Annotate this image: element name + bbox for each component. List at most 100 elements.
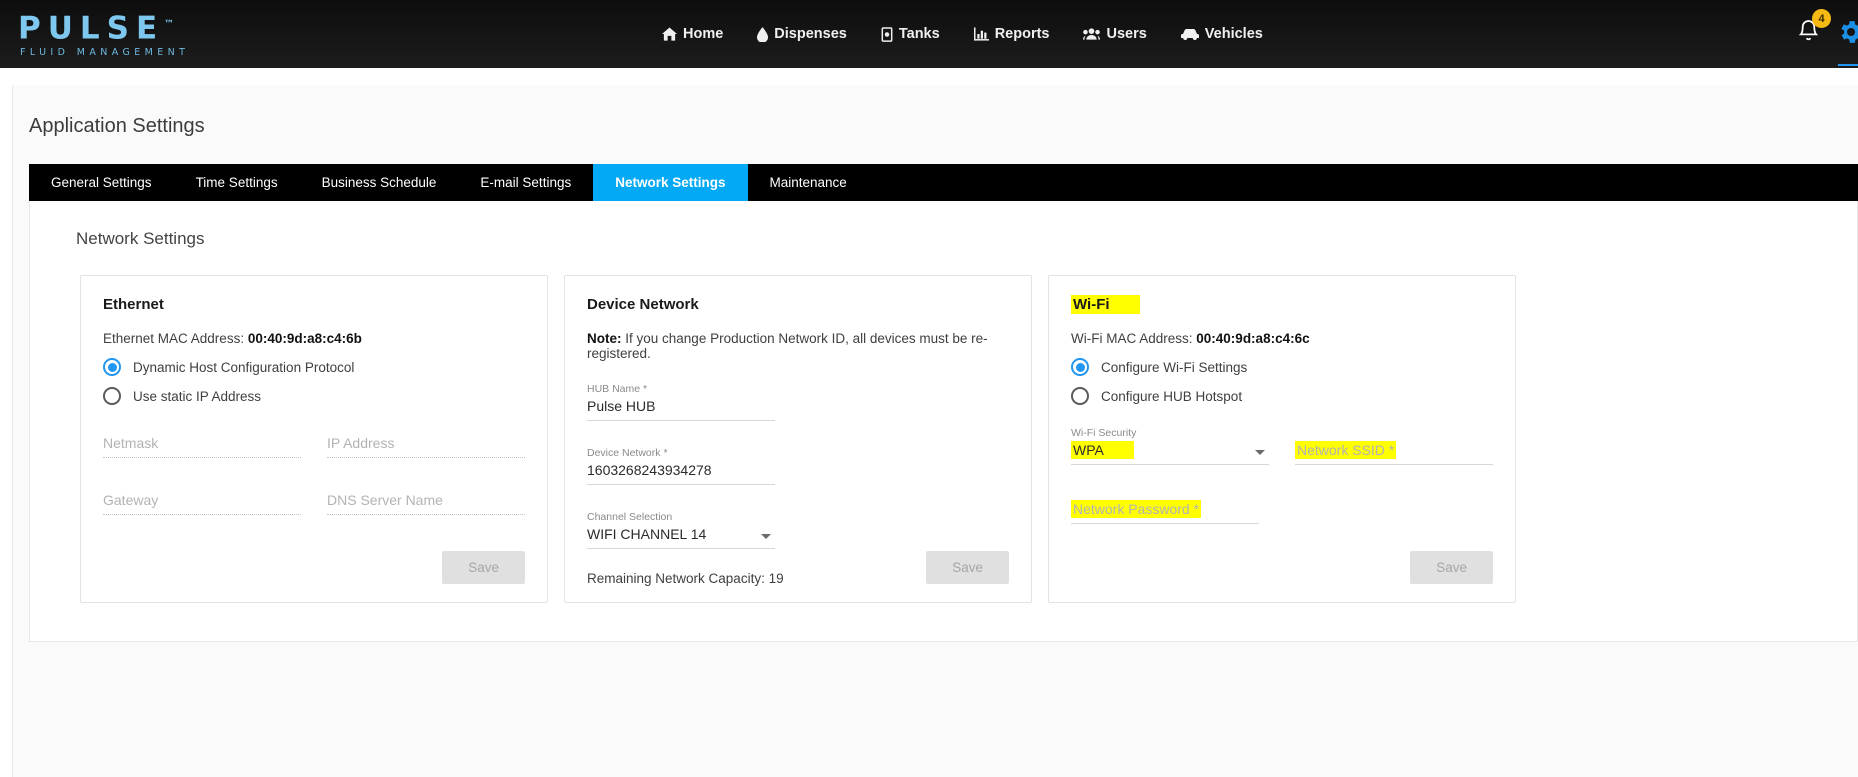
nav-item-dispenses[interactable]: Dispenses (755, 22, 849, 46)
tab-business-schedule[interactable]: Business Schedule (300, 164, 459, 201)
ip-address-placeholder: IP Address (327, 435, 525, 458)
settings-active-underline (1838, 64, 1858, 66)
tank-icon (881, 27, 893, 42)
notifications-button[interactable]: 4 (1797, 19, 1820, 49)
network-settings-card: Network Settings Ethernet Ethernet MAC A… (29, 201, 1858, 642)
channel-selection-label: Channel Selection (587, 511, 775, 523)
tab-network-settings[interactable]: Network Settings (593, 164, 747, 201)
radio-static-ip[interactable] (103, 387, 121, 405)
note-prefix: Note: (587, 331, 622, 346)
logo-word: PULSE (18, 10, 164, 46)
network-password-placeholder-row: Network Password * (1071, 501, 1259, 524)
bell-icon (1797, 31, 1820, 48)
ethernet-panel: Ethernet Ethernet MAC Address: 00:40:9d:… (80, 275, 548, 603)
nav-label-dispenses: Dispenses (774, 26, 847, 42)
nav-item-home[interactable]: Home (660, 22, 725, 46)
netmask-field[interactable]: Netmask (103, 435, 301, 458)
wifi-save-button[interactable]: Save (1410, 551, 1493, 584)
wifi-security-label: Wi-Fi Security (1071, 427, 1269, 439)
nav-item-users[interactable]: Users (1081, 22, 1148, 46)
hub-name-field[interactable]: HUB Name * Pulse HUB (587, 383, 775, 421)
radio-dhcp[interactable] (103, 358, 121, 376)
nav-label-vehicles: Vehicles (1205, 26, 1263, 42)
netmask-placeholder: Netmask (103, 435, 301, 458)
radio-configure-wifi-label: Configure Wi-Fi Settings (1101, 360, 1247, 375)
note-text: If you change Production Network ID, all… (587, 331, 988, 361)
network-password-placeholder: Network Password * (1071, 500, 1201, 518)
main-navigation: Home Dispenses Tanks Reports Users Vehic… (660, 0, 1265, 68)
radio-dhcp-row[interactable]: Dynamic Host Configuration Protocol (103, 358, 525, 376)
radio-static-ip-label: Use static IP Address (133, 389, 261, 404)
device-network-label: Device Network * (587, 447, 775, 459)
nav-label-reports: Reports (995, 26, 1050, 42)
wifi-security-field[interactable]: Wi-Fi Security WPA (1071, 427, 1269, 465)
brand-logo[interactable]: PULSE™ FLUID MANAGEMENT (18, 8, 189, 58)
tab-email-settings[interactable]: E-mail Settings (458, 164, 593, 201)
page-title: Application Settings (13, 85, 1858, 138)
gateway-placeholder: Gateway (103, 492, 301, 515)
radio-configure-wifi-row[interactable]: Configure Wi-Fi Settings (1071, 358, 1493, 376)
device-network-save-button[interactable]: Save (926, 551, 1009, 584)
network-ssid-field[interactable]: Network SSID * (1295, 442, 1493, 465)
nav-item-tanks[interactable]: Tanks (879, 22, 942, 46)
chevron-down-icon[interactable] (761, 534, 771, 539)
radio-hub-hotspot-row[interactable]: Configure HUB Hotspot (1071, 387, 1493, 405)
settings-button[interactable] (1836, 17, 1858, 52)
tab-maintenance[interactable]: Maintenance (748, 164, 869, 201)
nav-item-vehicles[interactable]: Vehicles (1179, 22, 1265, 46)
wifi-security-value-row: WPA (1071, 442, 1269, 465)
device-network-value: 1603268243934278 (587, 462, 775, 485)
car-icon (1181, 28, 1199, 41)
radio-hub-hotspot-label: Configure HUB Hotspot (1101, 389, 1242, 404)
app-root: PULSE™ FLUID MANAGEMENT Home Dispenses T… (0, 0, 1858, 777)
wifi-security-value: WPA (1071, 441, 1134, 459)
device-network-heading: Device Network (587, 296, 1009, 313)
device-network-note: Note: If you change Production Network I… (587, 331, 1009, 361)
ip-address-field[interactable]: IP Address (327, 435, 525, 458)
tab-time-settings[interactable]: Time Settings (174, 164, 300, 201)
ethernet-mac-label: Ethernet MAC Address: (103, 331, 244, 346)
channel-selection-value: WIFI CHANNEL 14 (587, 526, 775, 549)
device-network-panel: Device Network Note: If you change Produ… (564, 275, 1032, 603)
header-actions: 4 (1797, 0, 1858, 68)
wifi-mac-label: Wi-Fi MAC Address: (1071, 331, 1193, 346)
bar-chart-icon (974, 27, 989, 41)
network-ssid-placeholder-row: Network SSID * (1295, 442, 1493, 465)
ethernet-save-button[interactable]: Save (442, 551, 525, 584)
radio-dhcp-label: Dynamic Host Configuration Protocol (133, 360, 354, 375)
wifi-heading: Wi-Fi (1071, 296, 1493, 313)
gateway-field[interactable]: Gateway (103, 492, 301, 515)
dns-server-field[interactable]: DNS Server Name (327, 492, 525, 515)
network-password-field[interactable]: Network Password * (1071, 501, 1259, 524)
logo-main-text: PULSE™ (18, 8, 189, 45)
notification-badge: 4 (1812, 9, 1831, 28)
card-title: Network Settings (30, 201, 1857, 249)
radio-hub-hotspot[interactable] (1071, 387, 1089, 405)
wifi-heading-text: Wi-Fi (1071, 295, 1140, 314)
chevron-down-icon[interactable] (1255, 450, 1265, 455)
device-network-field[interactable]: Device Network * 1603268243934278 (587, 447, 775, 485)
nav-label-users: Users (1106, 26, 1146, 42)
trademark-icon: ™ (164, 19, 174, 30)
wifi-panel: Wi-Fi Wi-Fi MAC Address: 00:40:9d:a8:c4:… (1048, 275, 1516, 603)
ethernet-mac-line: Ethernet MAC Address: 00:40:9d:a8:c4:6b (103, 331, 525, 346)
ethernet-heading: Ethernet (103, 296, 525, 313)
logo-sub-text: FLUID MANAGEMENT (20, 47, 189, 58)
network-ssid-placeholder: Network SSID * (1295, 441, 1396, 459)
hub-name-value: Pulse HUB (587, 398, 775, 421)
nav-item-reports[interactable]: Reports (972, 22, 1052, 46)
channel-selection-field[interactable]: Channel Selection WIFI CHANNEL 14 (587, 511, 775, 549)
content-shell: Application Settings General Settings Ti… (12, 85, 1858, 777)
tab-general-settings[interactable]: General Settings (29, 164, 174, 201)
nav-label-home: Home (683, 26, 723, 42)
panels-row: Ethernet Ethernet MAC Address: 00:40:9d:… (30, 249, 1857, 603)
radio-static-ip-row[interactable]: Use static IP Address (103, 387, 525, 405)
radio-configure-wifi[interactable] (1071, 358, 1089, 376)
wifi-mac-line: Wi-Fi MAC Address: 00:40:9d:a8:c4:6c (1071, 331, 1493, 346)
users-icon (1083, 27, 1100, 41)
gear-icon (1836, 34, 1858, 51)
settings-tabs: General Settings Time Settings Business … (29, 164, 1858, 201)
home-icon (662, 27, 677, 41)
nav-label-tanks: Tanks (899, 26, 940, 42)
hub-name-label: HUB Name * (587, 383, 775, 395)
